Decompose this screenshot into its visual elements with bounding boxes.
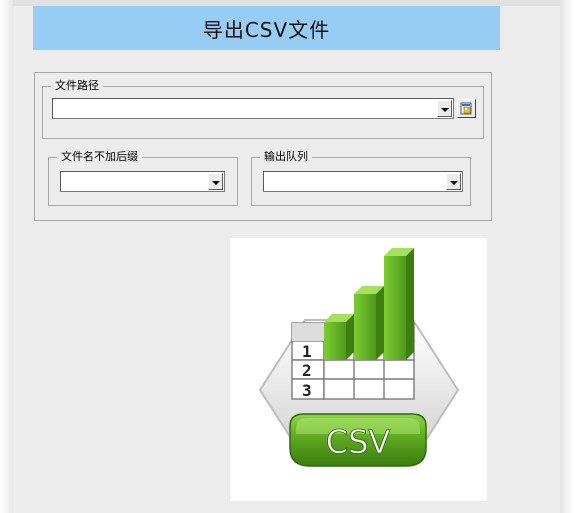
file-name-dropdown-button[interactable] <box>208 173 223 190</box>
csv-logo-text: CSV <box>326 423 391 461</box>
file-name-label: 文件名不加后缀 <box>57 150 142 164</box>
title-bar: 导出CSV文件 <box>33 6 500 50</box>
row-number-1: 1 <box>302 342 312 361</box>
output-queue-dropdown-button[interactable] <box>446 173 461 190</box>
row-number-2: 2 <box>302 361 312 380</box>
chevron-down-icon <box>211 180 220 185</box>
bar-graphic <box>324 248 414 360</box>
output-queue-combobox[interactable] <box>263 171 463 192</box>
file-name-combobox[interactable] <box>60 171 225 192</box>
file-path-dropdown-button[interactable] <box>437 100 452 117</box>
folder-icon <box>460 102 472 115</box>
chevron-down-icon <box>440 107 449 112</box>
output-queue-label: 输出队列 <box>260 150 312 164</box>
file-path-label: 文件路径 <box>51 79 103 93</box>
window-left-edge <box>0 0 13 513</box>
chevron-down-icon <box>449 180 458 185</box>
csv-file-icon: 1 2 3 CSV <box>258 248 460 467</box>
row-number-3: 3 <box>302 381 312 400</box>
page-title: 导出CSV文件 <box>202 17 331 42</box>
file-path-combobox[interactable] <box>52 98 454 119</box>
browse-button[interactable] <box>457 99 476 118</box>
window-right-edge <box>560 0 574 513</box>
csv-logo: 1 2 3 CSV <box>230 238 487 501</box>
